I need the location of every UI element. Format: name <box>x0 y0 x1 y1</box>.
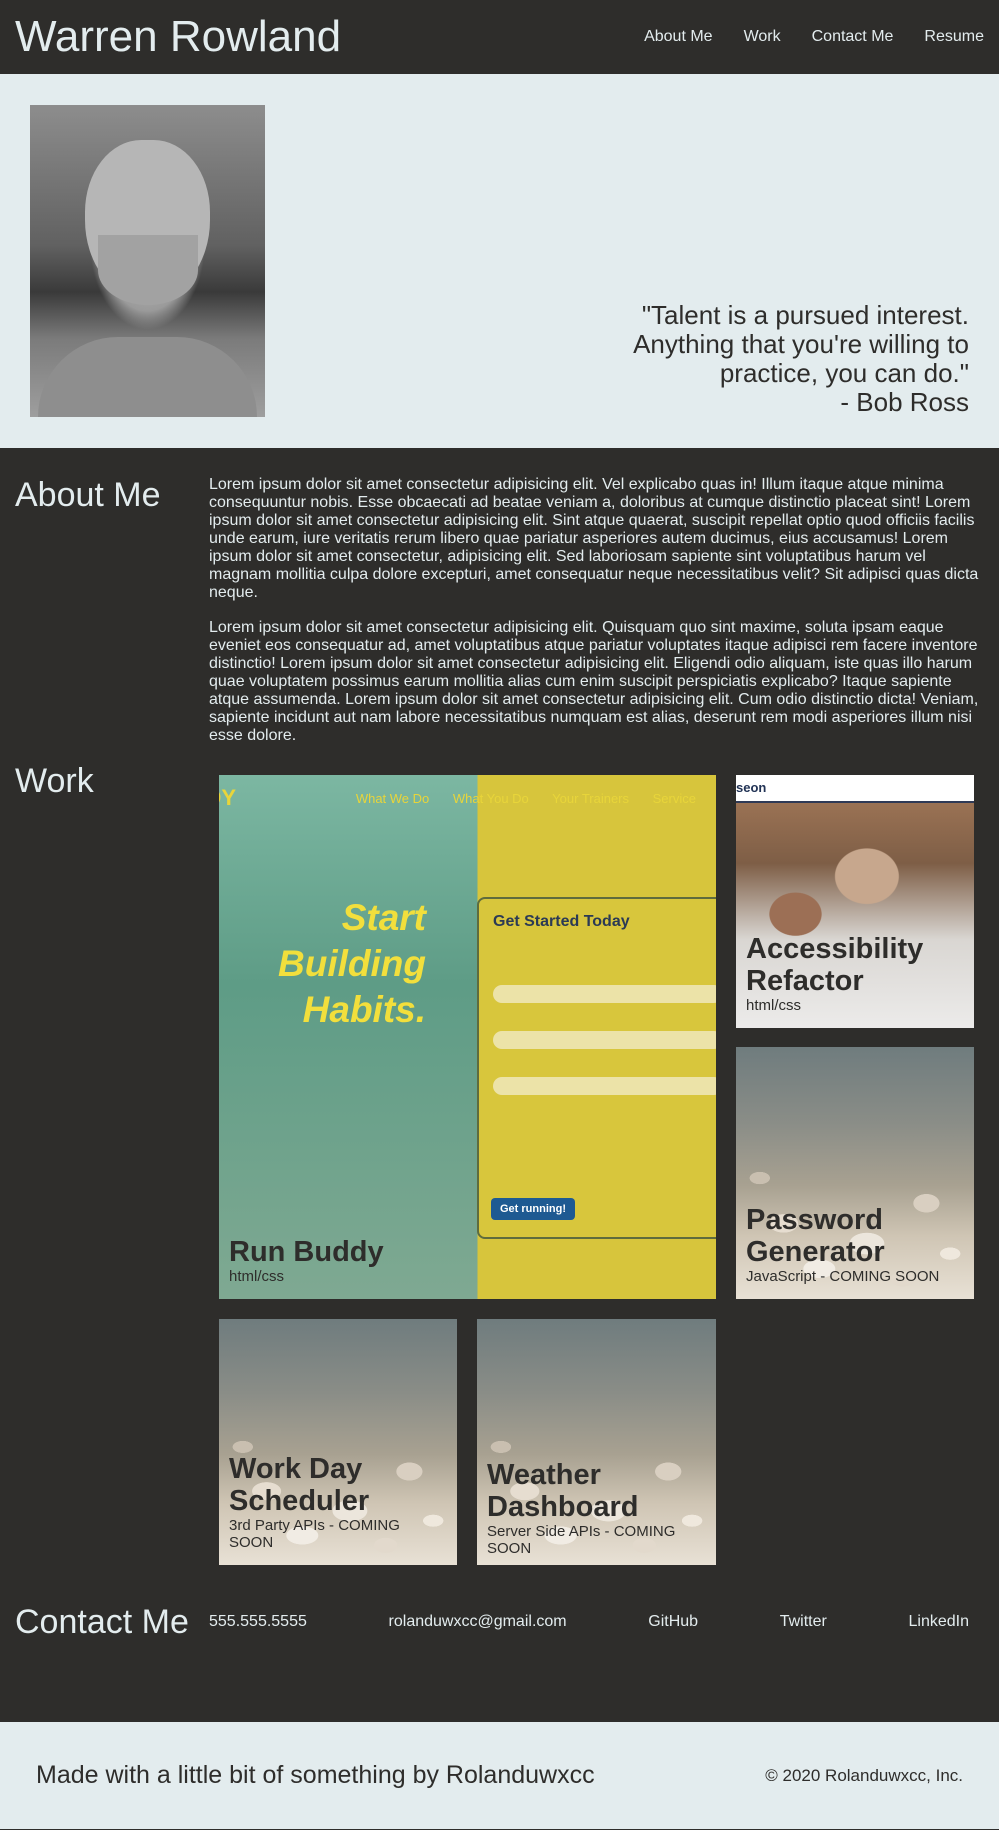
screenshot-form: Get Started Today <box>477 897 716 1239</box>
project-tag: 3rd Party APIs - COMING SOON <box>229 1517 400 1551</box>
project-tag: html/css <box>229 1268 285 1285</box>
footer-credit: Made with a little bit of something by R… <box>36 1761 595 1789</box>
screenshot-form-title: Get Started Today <box>493 913 630 930</box>
about-body: Lorem ipsum dolor sit amet consectetur a… <box>209 476 984 762</box>
project-caption: Weather Dashboard Server Side APIs - COM… <box>487 1459 706 1557</box>
about-paragraph: Lorem ipsum dolor sit amet consectetur a… <box>209 619 979 744</box>
hero-section: "Talent is a pursued interest. Anything … <box>0 74 999 448</box>
contact-section: Contact Me 555.555.5555 rolanduwxcc@gmai… <box>0 1592 999 1652</box>
about-paragraph: Lorem ipsum dolor sit amet consectetur a… <box>209 476 979 601</box>
quote-line: Anything that you're willing to <box>633 329 969 359</box>
contact-title: Contact Me <box>15 1602 189 1641</box>
work-title: Work <box>15 762 94 800</box>
quote-author: - Bob Ross <box>840 387 969 417</box>
photo-shirt <box>38 337 257 417</box>
site-header: Warren Rowland About Me Work Contact Me … <box>0 0 999 74</box>
project-caption: Accessibility Refactor html/css <box>746 933 964 1014</box>
project-card-weather-dashboard[interactable]: Weather Dashboard Server Side APIs - COM… <box>477 1319 716 1565</box>
contact-linkedin[interactable]: LinkedIn <box>909 1613 970 1631</box>
nav-work[interactable]: Work <box>744 28 781 46</box>
screenshot-field <box>493 1031 716 1049</box>
screenshot-button: Get running! <box>491 1198 575 1220</box>
project-caption: Work Day Scheduler 3rd Party APIs - COMI… <box>229 1453 447 1551</box>
screenshot-button-label: Get running! <box>500 1203 566 1215</box>
project-name: Password Generator <box>746 1204 885 1268</box>
site-footer: Made with a little bit of something by R… <box>0 1722 999 1829</box>
screenshot-field <box>493 1077 716 1095</box>
profile-photo <box>30 105 265 417</box>
about-title: About Me <box>15 476 161 514</box>
slogan-line: Building <box>278 943 426 984</box>
project-caption: Run Buddy html/css <box>229 1236 706 1285</box>
contact-email[interactable]: rolanduwxcc@gmail.com <box>389 1613 567 1631</box>
screenshot-brand: seon <box>736 780 767 795</box>
screenshot-field <box>493 985 716 1003</box>
screenshot-nav-item: What You Do <box>452 791 529 806</box>
main-nav: About Me Work Contact Me Resume <box>613 28 984 46</box>
quote-line: practice, you can do." <box>719 358 969 388</box>
slogan-line: Start <box>341 897 426 938</box>
project-name: Accessibility Refactor <box>746 933 924 997</box>
slogan-line: Habits. <box>302 989 426 1030</box>
quote-line: "Talent is a pursued interest. <box>641 300 969 330</box>
nav-contact[interactable]: Contact Me <box>812 28 894 46</box>
screenshot-nav-item: Service <box>652 791 696 806</box>
project-name: Weather Dashboard <box>487 1459 639 1523</box>
project-card-password-generator[interactable]: Password Generator JavaScript - COMING S… <box>736 1047 974 1299</box>
project-tag: JavaScript - COMING SOON <box>746 1268 940 1285</box>
contact-phone[interactable]: 555.555.5555 <box>209 1613 307 1631</box>
project-caption: Password Generator JavaScript - COMING S… <box>746 1204 964 1285</box>
project-card-run-buddy[interactable]: DY What We Do What You Do Your Trainers … <box>219 775 716 1299</box>
about-section: About Me Lorem ipsum dolor sit amet cons… <box>0 448 999 762</box>
screenshot-nav: DY What We Do What You Do Your Trainers … <box>219 785 716 810</box>
screenshot-brand: DY <box>219 785 236 810</box>
screenshot-nav-item: What We Do <box>355 791 430 806</box>
work-section: Work DY What We Do What You Do Your Trai… <box>0 762 999 1592</box>
nav-resume[interactable]: Resume <box>924 28 984 46</box>
project-tag: html/css <box>746 997 802 1014</box>
contact-twitter[interactable]: Twitter <box>780 1613 827 1631</box>
site-title: Warren Rowland <box>15 12 342 61</box>
nav-about[interactable]: About Me <box>644 28 712 46</box>
project-name: Run Buddy <box>229 1236 384 1268</box>
contact-list: 555.555.5555 rolanduwxcc@gmail.com GitHu… <box>209 1613 969 1631</box>
project-card-work-day-scheduler[interactable]: Work Day Scheduler 3rd Party APIs - COMI… <box>219 1319 457 1565</box>
screenshot-slogan: Start Building Habits. <box>278 895 426 1033</box>
screenshot-nav-item: Your Trainers <box>552 791 630 806</box>
footer-copyright: © 2020 Rolanduwxcc, Inc. <box>765 1765 963 1785</box>
project-card-accessibility-refactor[interactable]: seon Accessibility Refactor html/css <box>736 775 974 1028</box>
contact-github[interactable]: GitHub <box>648 1613 698 1631</box>
project-name: Work Day Scheduler <box>229 1453 370 1517</box>
photo-beard <box>98 235 198 305</box>
project-tag: Server Side APIs - COMING SOON <box>487 1523 676 1557</box>
hero-quote: "Talent is a pursued interest. Anything … <box>609 301 969 417</box>
